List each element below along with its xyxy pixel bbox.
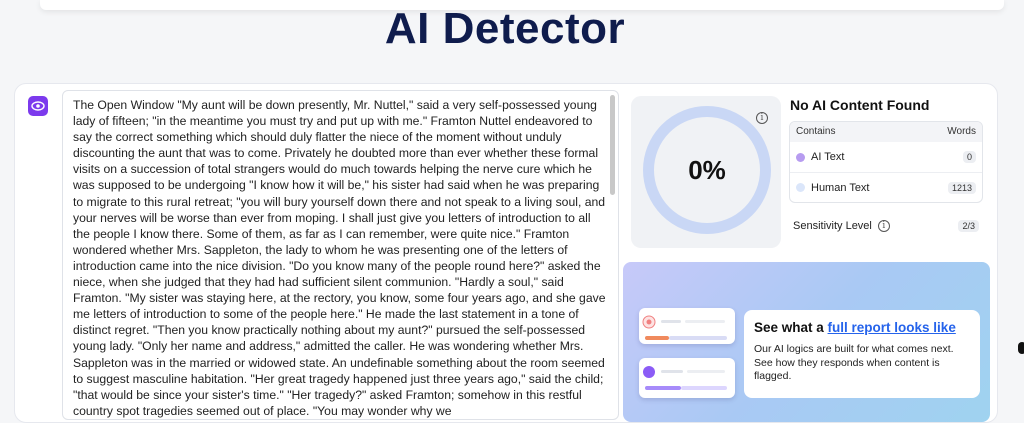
contains-table: Contains Words AI Text 0 Human Text 1213 [789, 121, 983, 203]
sample-report-card-bottom [639, 358, 735, 398]
view-toggle-button[interactable] [28, 96, 48, 116]
promo-heading: See what a full report looks like [754, 320, 970, 335]
sample-report-card-top [639, 308, 735, 344]
text-input-panel[interactable]: The Open Window "My aunt will be down pr… [62, 90, 619, 420]
page-title: AI Detector [384, 4, 626, 53]
words-label: Words [947, 126, 976, 137]
full-report-link[interactable]: full report looks like [828, 320, 956, 335]
score-panel: i 0% [631, 96, 781, 248]
sensitivity-label: Sensitivity Level [793, 220, 872, 232]
report-preview-graphic [642, 315, 727, 340]
human-text-count: 1213 [947, 181, 976, 194]
sensitivity-level: Sensitivity Level i 2/3 [793, 220, 979, 232]
ai-text-row: AI Text 0 [790, 142, 982, 172]
ai-percentage: 0% [688, 154, 726, 185]
ai-text-dot [796, 152, 805, 162]
eye-icon [31, 101, 45, 111]
edge-handle[interactable] [1018, 342, 1024, 354]
sensitivity-value[interactable]: 2/3 [958, 220, 979, 232]
promo-text-card: See what a full report looks like Our AI… [744, 310, 980, 398]
ai-text-label: AI Text [811, 151, 845, 163]
info-icon[interactable]: i [756, 112, 768, 124]
ai-text-count: 0 [962, 151, 976, 163]
contains-label: Contains [796, 126, 836, 137]
promo-heading-prefix: See what a [754, 320, 828, 335]
result-title: No AI Content Found [790, 97, 930, 113]
sensitivity-info-icon[interactable]: i [877, 220, 890, 232]
scrollbar-thumb[interactable] [610, 95, 615, 195]
input-text[interactable]: The Open Window "My aunt will be down pr… [73, 97, 609, 419]
human-text-label: Human Text [811, 181, 870, 194]
human-text-row: Human Text 1213 [790, 172, 982, 202]
score-ring: 0% [643, 106, 771, 234]
contains-header: Contains Words [790, 122, 982, 142]
human-text-dot [796, 183, 805, 192]
promo-description: Our AI logics are built for what comes n… [754, 343, 954, 382]
report-preview-graphic-2 [643, 366, 727, 390]
